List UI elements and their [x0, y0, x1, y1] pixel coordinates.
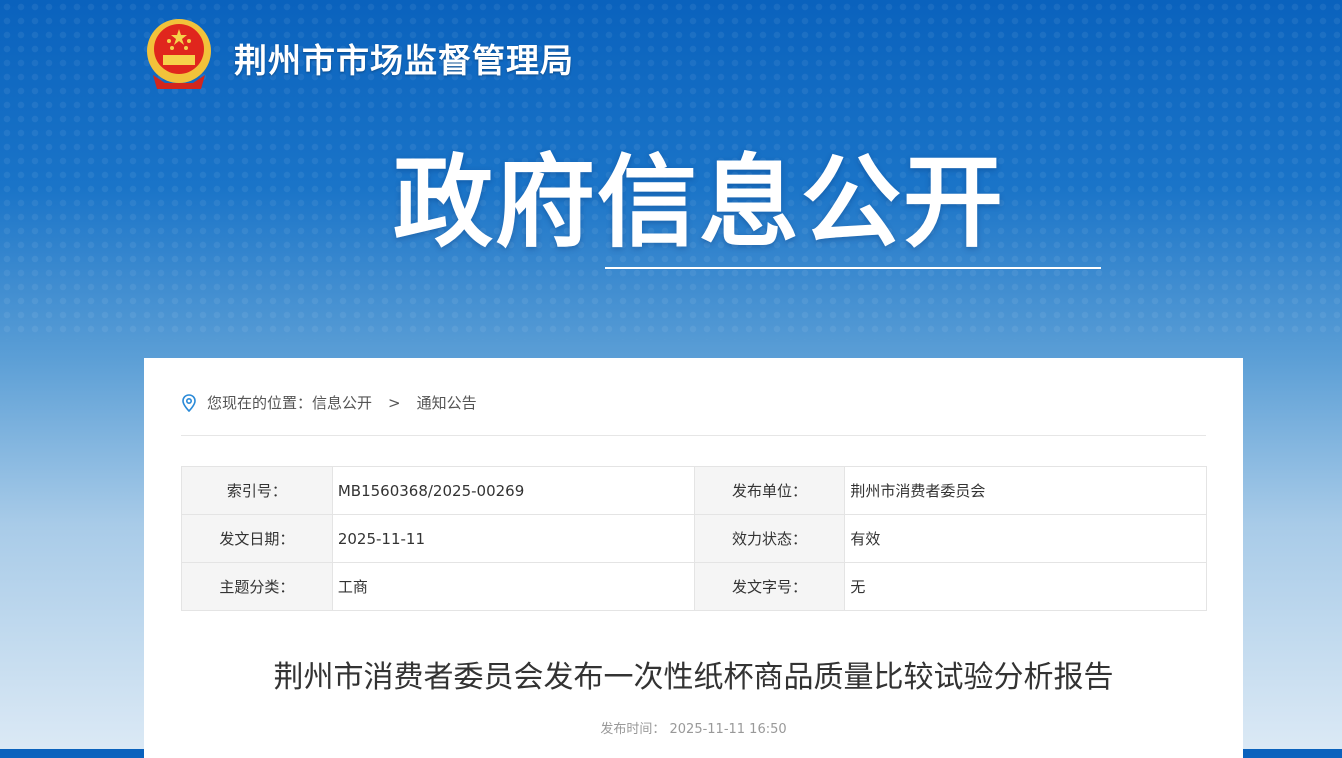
location-pin-icon: [182, 393, 196, 412]
breadcrumb-item-notice[interactable]: 通知公告: [417, 392, 477, 413]
publish-info: 发布时间： 2025-11-11 16:50: [144, 718, 1243, 737]
publisher-value: 荆州市消费者委员会: [844, 466, 1207, 515]
table-row: 索引号： MB1560368/2025-00269 发布单位： 荆州市消费者委员会: [181, 466, 1207, 515]
date-value: 2025-11-11: [331, 514, 695, 563]
banner-title: 政府信息公开: [393, 144, 1005, 261]
table-row: 主题分类： 工商 发文字号：无: [181, 562, 1207, 611]
breadcrumb-separator: >: [388, 393, 401, 412]
status-value: 有效: [844, 514, 1207, 563]
publish-time: 2025-11-11 16:50: [669, 722, 787, 737]
doc-number-value: 无: [844, 562, 1207, 611]
date-label: 发文日期：: [181, 514, 333, 563]
index-value: MB1560368/2025-00269: [331, 466, 695, 515]
divider: [181, 435, 1206, 436]
breadcrumb-prefix: 您现在的位置：: [207, 394, 313, 412]
doc-number-label: 发文字号：: [693, 562, 846, 611]
site-name[interactable]: 荆州市市场监督管理局: [234, 34, 574, 82]
breadcrumb-item-info[interactable]: 信息公开: [312, 392, 372, 413]
metadata-table: 索引号： MB1560368/2025-00269 发布单位： 荆州市消费者委员会 发…: [181, 466, 1207, 611]
banner-underline: [605, 267, 1101, 269]
table-row: 发文日期： 2025-11-11 效力状态： 有效: [181, 514, 1207, 563]
publisher-label: 发布单位：: [693, 466, 846, 515]
status-label: 效力状态：: [693, 514, 846, 563]
topic-value: 工商: [331, 562, 695, 611]
article-title: 荆州市消费者委员会发布一次性纸杯商品质量比较试验分析报告: [273, 660, 1114, 695]
index-label: 索引号：: [181, 466, 333, 515]
content-card: 您现在的位置： 信息公开 > 通知公告 索引号： MB1560368/2025-0…: [144, 358, 1243, 758]
national-emblem-icon: [147, 19, 211, 89]
publish-label: 发布时间：: [600, 722, 666, 737]
breadcrumb: 您现在的位置： 信息公开 > 通知公告: [181, 392, 477, 413]
topic-label: 主题分类：: [181, 562, 333, 611]
